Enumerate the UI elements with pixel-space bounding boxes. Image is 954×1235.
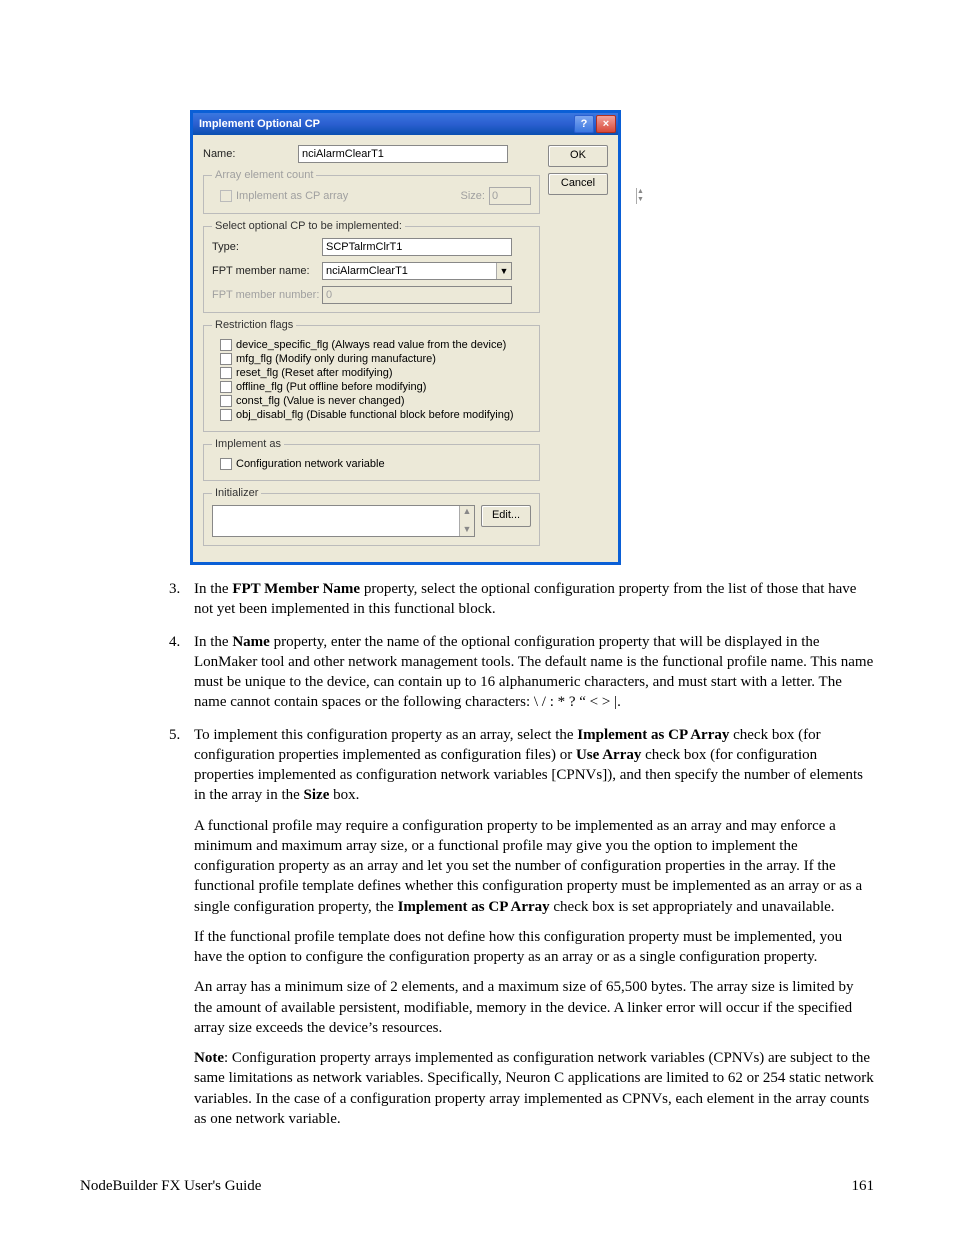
fpt-member-name-combo[interactable]: ▼ (322, 262, 512, 280)
page-footer: NodeBuilder FX User's Guide 161 (80, 1178, 874, 1195)
reset-flg-checkbox[interactable] (220, 367, 232, 379)
step-5-p5: Note: Configuration property arrays impl… (194, 1048, 874, 1129)
cpnv-checkbox[interactable] (220, 458, 232, 470)
initializer-text: ▲▼ (212, 505, 475, 537)
restriction-flags-group: Restriction flags device_specific_flg (A… (203, 319, 540, 432)
implement-as-legend: Implement as (212, 438, 284, 450)
array-element-count-group: Array element count Implement as CP arra… (203, 169, 540, 214)
edit-button[interactable]: Edit... (481, 505, 531, 527)
ok-button[interactable]: OK (548, 145, 608, 167)
close-icon[interactable]: × (596, 115, 616, 133)
array-group-legend: Array element count (212, 169, 316, 181)
chevron-down-icon[interactable]: ▼ (496, 263, 511, 279)
mfg-flg-checkbox[interactable] (220, 353, 232, 365)
name-input[interactable] (298, 145, 508, 163)
flag-label: device_specific_flg (Always read value f… (236, 339, 506, 351)
cpnv-label: Configuration network variable (236, 458, 385, 470)
initializer-legend: Initializer (212, 487, 261, 499)
step-3: In the FPT Member Name property, select … (184, 579, 874, 620)
name-label: Name: (203, 148, 298, 160)
offline-flg-checkbox[interactable] (220, 381, 232, 393)
flag-label: const_flg (Value is never changed) (236, 395, 405, 407)
footer-left: NodeBuilder FX User's Guide (80, 1178, 261, 1195)
step-5: To implement this configuration property… (184, 725, 874, 1130)
implement-optional-cp-dialog: Implement Optional CP ? × Name: Array el… (190, 110, 621, 565)
size-spinner: ▲▼ (489, 187, 531, 205)
flag-label: offline_flg (Put offline before modifyin… (236, 381, 426, 393)
cancel-button[interactable]: Cancel (548, 173, 608, 195)
fpt-member-name-input[interactable] (323, 263, 496, 279)
implement-as-group: Implement as Configuration network varia… (203, 438, 540, 481)
device-specific-flg-checkbox[interactable] (220, 339, 232, 351)
implement-as-cp-array-label: Implement as CP array (236, 190, 348, 202)
step-5-p3: If the functional profile template does … (194, 927, 874, 968)
flag-label: mfg_flg (Modify only during manufacture) (236, 353, 436, 365)
instruction-list: In the FPT Member Name property, select … (160, 579, 874, 1129)
scroll-down-icon[interactable]: ▼ (460, 524, 474, 536)
step-4: In the Name property, enter the name of … (184, 632, 874, 713)
step-5-p2: A functional profile may require a confi… (194, 816, 874, 917)
fpt-member-number-label: FPT member number: (212, 289, 322, 301)
spinner-up-icon: ▲ (636, 188, 644, 196)
size-label: Size: (461, 190, 485, 202)
help-icon[interactable]: ? (574, 115, 594, 133)
const-flg-checkbox[interactable] (220, 395, 232, 407)
step-5-p4: An array has a minimum size of 2 element… (194, 977, 874, 1038)
flag-label: obj_disabl_flg (Disable functional block… (236, 409, 514, 421)
scroll-up-icon[interactable]: ▲ (460, 506, 474, 518)
type-input[interactable] (322, 238, 512, 256)
spinner-down-icon: ▼ (636, 196, 644, 204)
type-label: Type: (212, 241, 322, 253)
select-cp-legend: Select optional CP to be implemented: (212, 220, 405, 232)
restriction-flags-legend: Restriction flags (212, 319, 296, 331)
dialog-titlebar: Implement Optional CP ? × (193, 113, 618, 135)
initializer-group: Initializer ▲▼ Edit... (203, 487, 540, 546)
dialog-title: Implement Optional CP (199, 118, 320, 130)
fpt-member-number-input (322, 286, 512, 304)
flag-label: reset_flg (Reset after modifying) (236, 367, 393, 379)
obj-disabl-flg-checkbox[interactable] (220, 409, 232, 421)
footer-right: 161 (852, 1178, 875, 1195)
implement-as-cp-array-checkbox (220, 190, 232, 202)
select-cp-group: Select optional CP to be implemented: Ty… (203, 220, 540, 313)
fpt-member-name-label: FPT member name: (212, 265, 322, 277)
